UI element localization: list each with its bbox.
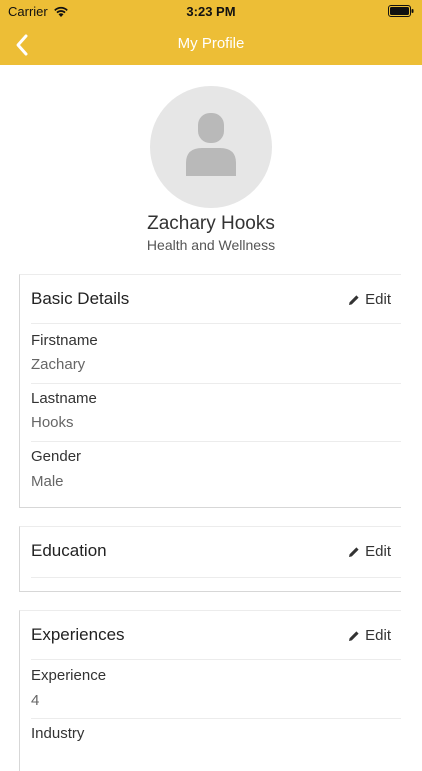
divider bbox=[31, 659, 401, 660]
divider bbox=[31, 323, 401, 324]
header-bar: Carrier 3:23 PM My Profile bbox=[0, 0, 422, 65]
status-bar: Carrier 3:23 PM bbox=[0, 0, 422, 22]
field-label-industry: Industry bbox=[31, 725, 85, 742]
card-title: Experiences bbox=[31, 625, 125, 644]
field-value-firstname: Zachary bbox=[31, 356, 86, 373]
nav-bar: My Profile bbox=[0, 22, 422, 65]
card-title: Education bbox=[31, 541, 107, 560]
field-value-experience: 4 bbox=[31, 692, 40, 709]
user-silhouette-icon bbox=[186, 113, 236, 176]
pencil-icon bbox=[349, 630, 359, 641]
profile-department: Health and Wellness bbox=[146, 237, 276, 253]
experiences-card: Experiences Edit Experience 4 Industry bbox=[19, 610, 401, 771]
field-label-gender: Gender bbox=[31, 448, 82, 465]
edit-education-button[interactable]: Edit bbox=[348, 543, 391, 560]
field-label-experience: Experience bbox=[31, 667, 107, 684]
profile-name: Zachary Hooks bbox=[147, 213, 275, 234]
pencil-icon bbox=[349, 546, 359, 557]
edit-label: Edit bbox=[365, 543, 391, 560]
status-time: 3:23 PM bbox=[186, 4, 236, 19]
card-header: Basic Details Edit bbox=[20, 275, 401, 323]
education-card: Education Edit bbox=[19, 526, 401, 592]
page-title: My Profile bbox=[177, 35, 245, 52]
edit-experiences-button[interactable]: Edit bbox=[348, 627, 391, 644]
card-header: Education Edit bbox=[20, 527, 401, 575]
edit-basic-details-button[interactable]: Edit bbox=[348, 291, 391, 308]
edit-label: Edit bbox=[365, 291, 391, 308]
card-header: Experiences Edit bbox=[20, 611, 401, 659]
field-label-lastname: Lastname bbox=[31, 390, 97, 407]
edit-label: Edit bbox=[365, 627, 391, 644]
card-title: Basic Details bbox=[31, 289, 130, 308]
divider bbox=[31, 577, 401, 578]
field-label-firstname: Firstname bbox=[31, 332, 98, 349]
field-value-gender: Male bbox=[31, 473, 64, 490]
pencil-icon bbox=[349, 294, 359, 305]
avatar[interactable] bbox=[150, 86, 272, 208]
divider bbox=[31, 383, 401, 384]
field-value-lastname: Hooks bbox=[31, 414, 74, 431]
basic-details-card: Basic Details Edit Firstname Zachary Las… bbox=[19, 274, 401, 508]
divider bbox=[31, 718, 401, 719]
divider bbox=[31, 441, 401, 442]
battery-icon bbox=[388, 5, 414, 17]
